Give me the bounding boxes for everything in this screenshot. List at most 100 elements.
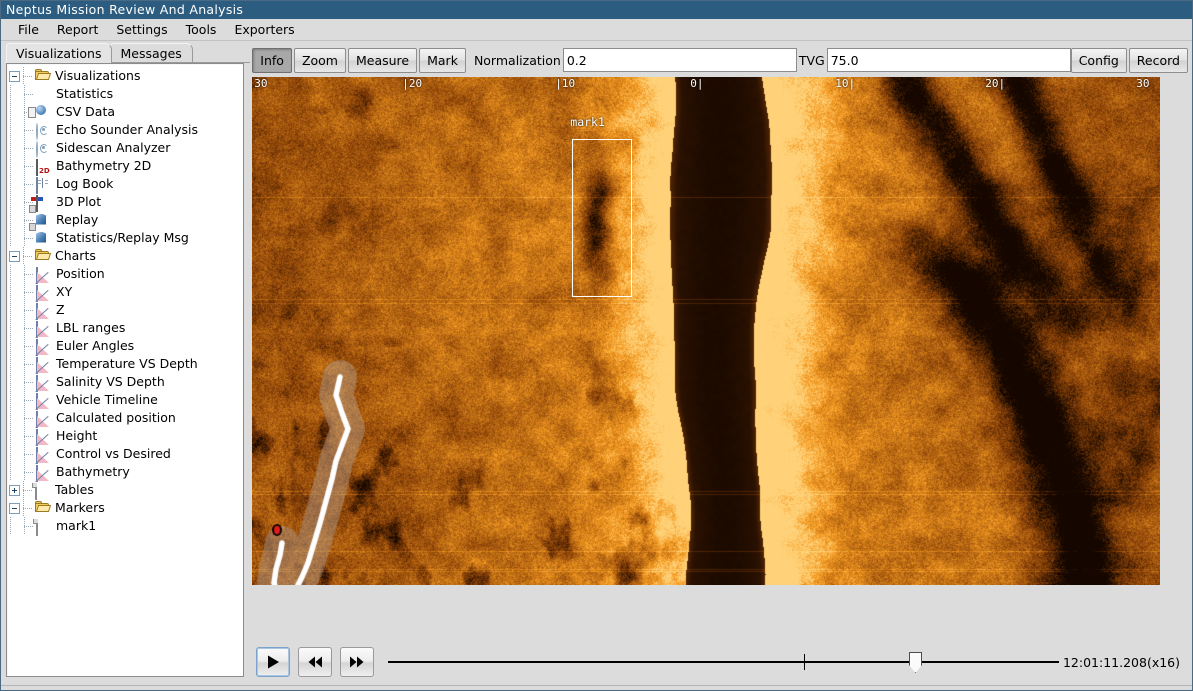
menu-item-tools[interactable]: Tools [177, 20, 226, 39]
expand-toggle-icon[interactable] [9, 484, 20, 496]
sidescan-sonar-display[interactable]: 30 |20 |10 0| 10| 20| 30 mark1 [252, 77, 1161, 585]
fast-forward-button[interactable] [340, 647, 375, 677]
tree-item-xy[interactable]: XY [7, 283, 243, 302]
csv-data-icon [36, 105, 52, 120]
collapse-toggle-icon[interactable] [9, 70, 20, 82]
tree-indent [9, 445, 23, 463]
sonar-waterfall-canvas[interactable] [252, 77, 1161, 585]
tree-item-z[interactable]: Z [7, 301, 243, 320]
tree-item-position[interactable]: Position [7, 265, 243, 284]
menu-item-file[interactable]: File [9, 20, 48, 39]
menu-item-report[interactable]: Report [48, 20, 107, 39]
tree-connector [23, 463, 36, 481]
tree-connector [23, 139, 36, 157]
timeline-track[interactable] [388, 661, 1059, 663]
tree-container[interactable]: Visualizations Statistics CSV Data Echo Sou… [6, 63, 245, 677]
tree-item-label: Visualizations [55, 68, 141, 83]
replay-icon [36, 213, 52, 228]
mark-bounding-box[interactable] [572, 139, 633, 297]
collapse-toggle-icon[interactable] [9, 250, 20, 262]
tree-item-vehicle-timeline[interactable]: Vehicle Timeline [7, 391, 243, 410]
play-button[interactable] [256, 647, 291, 677]
tree-indent [9, 319, 23, 337]
tree-item-control-vs-desired[interactable]: Control vs Desired [7, 445, 243, 464]
menu-bar: File Report Settings Tools Exporters [1, 19, 1192, 41]
tree-item-visualizations[interactable]: Visualizations [7, 67, 243, 85]
tree-item-label: CSV Data [56, 104, 116, 119]
zoom-button[interactable]: Zoom [293, 47, 346, 73]
tree-item-calculated-position[interactable]: Calculated position [7, 409, 243, 428]
tab-messages[interactable]: Messages [110, 43, 193, 63]
tree-item-label: Salinity VS Depth [56, 374, 165, 389]
tree-item-csv-data[interactable]: CSV Data [7, 103, 243, 121]
chart-icon [36, 266, 52, 284]
timeline-thumb[interactable] [909, 652, 922, 673]
tree-item-3d-plot[interactable]: 3D Plot [7, 193, 243, 212]
tab-visualizations[interactable]: Visualizations [6, 43, 113, 63]
tree-item-lbl-ranges[interactable]: LBL ranges [7, 319, 243, 338]
menu-item-settings[interactable]: Settings [107, 20, 176, 39]
record-button[interactable]: Record [1128, 47, 1188, 73]
tree-connector [22, 247, 35, 265]
application-window: Neptus Mission Review And Analysis File R… [0, 0, 1193, 691]
tree-item-statistics-replay-msg[interactable]: Statistics/Replay Msg [7, 229, 243, 247]
tree-item-height[interactable]: Height [7, 427, 243, 446]
tree-item-replay[interactable]: Replay [7, 211, 243, 229]
tree-indent [9, 517, 23, 535]
info-button[interactable]: Info [252, 47, 292, 73]
document-icon [36, 518, 52, 536]
tvg-input[interactable] [826, 48, 1071, 72]
tree-connector [23, 301, 36, 319]
tree-icon-none [36, 87, 52, 102]
sidescan-icon [36, 140, 52, 158]
tree-item-label: Temperature VS Depth [56, 356, 198, 371]
tree-item-label: Charts [55, 248, 96, 263]
tvg-label: TVG [798, 52, 825, 68]
folder-open-icon [35, 500, 52, 516]
tree-item-statistics[interactable]: Statistics [7, 85, 243, 103]
tree-item-label: Vehicle Timeline [56, 392, 158, 407]
tree-indent [9, 337, 23, 355]
window-title: Neptus Mission Review And Analysis [6, 2, 244, 17]
config-button[interactable]: Config [1070, 47, 1127, 73]
tree-item-charts[interactable]: Charts [7, 247, 243, 265]
measure-button[interactable]: Measure [347, 47, 418, 73]
menu-item-exporters[interactable]: Exporters [225, 20, 303, 39]
log-book-icon [36, 176, 52, 194]
tree-item-echo-sounder-analysis[interactable]: Echo Sounder Analysis [7, 121, 243, 140]
tree-item-label: Statistics [56, 86, 114, 101]
tree-indent [9, 103, 23, 121]
tree-item-label: Echo Sounder Analysis [56, 122, 198, 137]
folder-open-icon [35, 68, 52, 84]
timeline-slider[interactable] [388, 647, 1059, 677]
tree-indent [9, 211, 23, 229]
tree-item-tables[interactable]: Tables [7, 481, 243, 500]
left-panel: Visualizations Messages Visualizations Sta… [1, 41, 251, 685]
tree-item-markers[interactable]: Markers [7, 499, 243, 517]
tree-indent [9, 229, 23, 247]
tree-item-label: Position [56, 266, 105, 281]
tree-connector [23, 85, 36, 103]
tree-item-temperature-vs-depth[interactable]: Temperature VS Depth [7, 355, 243, 374]
tree-item-salinity-vs-depth[interactable]: Salinity VS Depth [7, 373, 243, 392]
tree-item-log-book[interactable]: Log Book [7, 175, 243, 194]
tree-item-mark1[interactable]: mark1 [7, 517, 243, 536]
normalization-input[interactable] [562, 48, 797, 72]
tree-item-bathymetry-2d[interactable]: 2D Bathymetry 2D [7, 157, 243, 176]
rewind-button[interactable] [298, 647, 333, 677]
tree-item-label: Z [56, 302, 65, 317]
tree-item-euler-angles[interactable]: Euler Angles [7, 337, 243, 356]
tree-indent [9, 157, 23, 175]
tree-indent [9, 427, 23, 445]
tree-indent [9, 301, 23, 319]
tree-item-bathymetry[interactable]: Bathymetry [7, 463, 243, 482]
tree-item-sidescan-analyzer[interactable]: Sidescan Analyzer [7, 139, 243, 158]
tree-indent [9, 85, 23, 103]
mark-button[interactable]: Mark [419, 47, 466, 73]
visualizations-tree[interactable]: Visualizations Statistics CSV Data Echo Sou… [7, 64, 243, 536]
collapse-toggle-icon[interactable] [9, 502, 20, 514]
play-icon [268, 655, 280, 669]
tree-indent [9, 409, 23, 427]
tree-connector [23, 427, 36, 445]
playback-time-label: 12:01:11.208(x16) [1062, 654, 1180, 670]
